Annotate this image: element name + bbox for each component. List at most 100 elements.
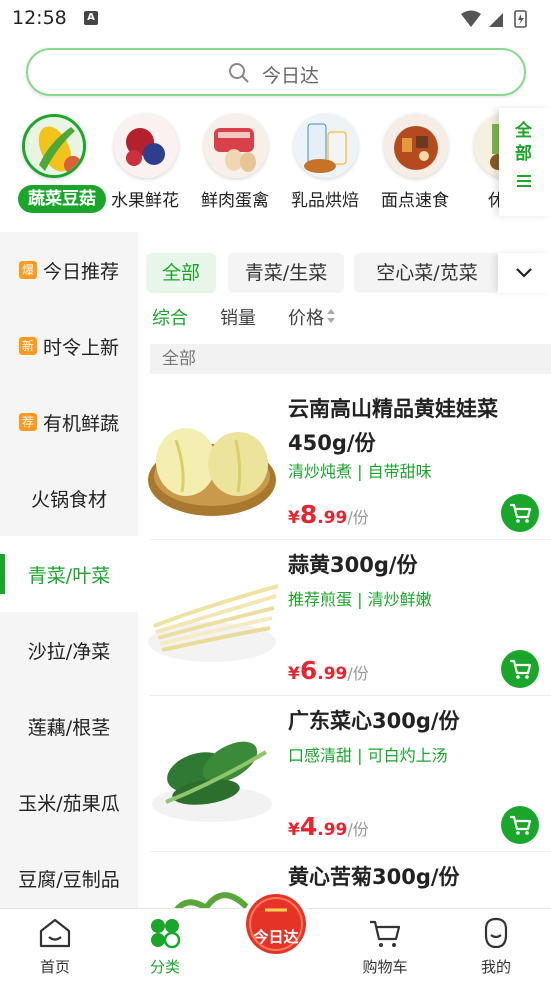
add-to-cart-button[interactable]: [501, 650, 539, 688]
sidebar-item-salad[interactable]: 沙拉/净菜: [0, 612, 138, 688]
product-card[interactable]: 蒜黄300g/份 推荐煎蛋 | 清炒鲜嫩 ¥6.99/份: [138, 540, 551, 696]
chevron-down-icon: [516, 268, 532, 278]
sidebar-item-organic[interactable]: 荐 有机鲜蔬: [0, 384, 138, 460]
nav-label: 购物车: [362, 958, 408, 976]
category-icon: [151, 919, 181, 949]
product-card[interactable]: 广东菜心300g/份 口感清甜 | 可白灼上汤 ¥4.99/份: [138, 696, 551, 852]
meat-eggs-image: [204, 114, 268, 178]
price-integer: 6: [299, 656, 318, 685]
nav-profile[interactable]: 我的: [451, 909, 541, 981]
search-icon: [229, 63, 249, 83]
system-status-icons: [461, 10, 527, 28]
sidebar-item-label: 莲藕/根茎: [27, 716, 111, 739]
sidebar-item-label: 玉米/茄果瓜: [18, 792, 120, 815]
chip-lettuce[interactable]: 青菜/生菜: [228, 253, 344, 293]
price-integer: 8: [299, 500, 318, 529]
sidebar-item-label: 豆腐/豆制品: [18, 868, 120, 891]
garlic-chives-image: [148, 584, 279, 662]
berries-fruit-image: [114, 114, 178, 178]
cart-icon: [510, 503, 532, 523]
price-integer: 4: [299, 812, 318, 841]
category-fruit[interactable]: 水果鲜花: [100, 108, 190, 218]
product-card[interactable]: 云南高山精品黄娃娃菜450g/份 清炒炖煮 | 自带甜味 ¥8.99/份: [138, 384, 551, 540]
sidebar-item-corn-squash[interactable]: 玉米/茄果瓜: [0, 764, 138, 840]
sidebar-item-seasonal[interactable]: 新 时令上新: [0, 308, 138, 384]
chip-water-spinach[interactable]: 空心菜/苋菜: [354, 253, 500, 293]
menu-lines-icon: [517, 175, 531, 187]
product-desc: 口感清甜 | 可白灼上汤: [288, 746, 448, 765]
product-name: 云南高山精品黄娃娃菜450g/份: [288, 397, 498, 455]
notification-icon: A: [84, 11, 98, 25]
product-name: 广东菜心300g/份: [288, 709, 460, 733]
status-bar: 12:58 A: [0, 0, 551, 38]
sidebar-item-label: 沙拉/净菜: [27, 640, 111, 663]
all-categories-label: 全部: [515, 121, 532, 164]
search-placeholder: 今日达: [262, 65, 320, 87]
nav-category[interactable]: 分类: [120, 909, 210, 981]
category-label: 面点速食: [381, 191, 449, 211]
category-label: 乳品烘焙: [291, 191, 359, 211]
noodles-food-image: [384, 114, 448, 178]
nav-label: 首页: [39, 958, 70, 976]
category-dairy[interactable]: 乳品烘焙: [280, 108, 370, 218]
product-price: ¥8.99/份: [288, 500, 369, 529]
hot-badge: 爆: [18, 261, 37, 279]
category-meat[interactable]: 鲜肉蛋禽: [190, 108, 280, 218]
sidebar-item-label: 火锅食材: [30, 488, 107, 511]
price-decimal: .99: [317, 664, 348, 684]
status-time: 12:58: [12, 7, 67, 29]
nav-cart[interactable]: 购物车: [340, 909, 430, 981]
product-desc: 清炒炖煮 | 自带甜味: [288, 462, 432, 481]
product-name: 蒜黄300g/份: [288, 553, 418, 577]
home-icon: [39, 918, 71, 948]
cart-icon: [510, 815, 532, 835]
sort-arrows-icon: [327, 309, 335, 323]
price-currency: ¥: [288, 820, 300, 840]
price-currency: ¥: [288, 664, 300, 684]
product-price: ¥4.99/份: [288, 812, 369, 841]
price-currency: ¥: [288, 508, 300, 528]
sidebar-item-label: 青菜/叶菜: [27, 564, 111, 587]
category-row: 蔬菜豆菇 水果鲜花 鲜肉蛋禽 乳品烘焙 面点速食 休闲: [0, 108, 551, 220]
nav-today-delivery[interactable]: 今日达: [241, 888, 311, 974]
product-name: 黄心苦菊300g/份: [288, 865, 460, 889]
sidebar-item-leafy-greens[interactable]: 青菜/叶菜: [0, 536, 138, 612]
sidebar-item-label: 时令上新: [42, 336, 119, 359]
cart-icon: [510, 659, 532, 679]
choy-sum-image: [152, 741, 272, 822]
search-bar[interactable]: 今日达: [26, 48, 526, 96]
nav-label: 我的: [480, 958, 511, 976]
new-badge: 新: [18, 337, 37, 355]
cart-icon: [370, 920, 401, 947]
sidebar-item-tofu[interactable]: 豆腐/豆制品: [0, 840, 138, 916]
add-to-cart-button[interactable]: [501, 494, 539, 532]
product-desc: 推荐煎蛋 | 清炒鲜嫩: [288, 590, 432, 609]
sidebar-item-today-recommend[interactable]: 爆 今日推荐: [0, 232, 138, 308]
all-categories-button[interactable]: 全部: [499, 108, 551, 216]
sidebar-item-hotpot[interactable]: 火锅食材: [0, 460, 138, 536]
category-label: 鲜肉蛋禽: [201, 191, 269, 211]
nav-home[interactable]: 首页: [10, 909, 100, 981]
sort-default[interactable]: 综合: [152, 304, 188, 330]
sort-price[interactable]: 价格: [288, 304, 324, 330]
product-card[interactable]: 黄心苦菊300g/份: [138, 852, 551, 908]
section-header: 全部: [150, 344, 551, 374]
price-unit: /份: [347, 664, 369, 683]
category-noodles[interactable]: 面点速食: [370, 108, 460, 218]
sidebar-item-roots[interactable]: 莲藕/根茎: [0, 688, 138, 764]
sort-sales[interactable]: 销量: [220, 304, 256, 330]
category-vegetables[interactable]: 蔬菜豆菇: [8, 108, 106, 218]
price-unit: /份: [347, 820, 369, 839]
chip-all[interactable]: 全部: [146, 253, 216, 293]
expand-chips-button[interactable]: [498, 253, 551, 293]
today-delivery-label: 今日达: [253, 928, 299, 946]
sidebar: 爆 今日推荐 新 时令上新 荐 有机鲜蔬 火锅食材 青菜/叶菜 沙拉/净菜 莲藕…: [0, 232, 138, 908]
profile-icon: [484, 917, 508, 949]
recommend-badge: 荐: [18, 413, 37, 431]
add-to-cart-button[interactable]: [501, 806, 539, 844]
napa-cabbage-image: [148, 428, 276, 516]
corn-vegetables-image: [22, 114, 86, 178]
product-panel: 全部 青菜/生菜 空心菜/苋菜 综合 销量 价格 全部 云南高山精品黄娃娃菜45…: [138, 240, 551, 908]
nav-label: 分类: [149, 958, 180, 976]
price-decimal: .99: [317, 508, 348, 528]
